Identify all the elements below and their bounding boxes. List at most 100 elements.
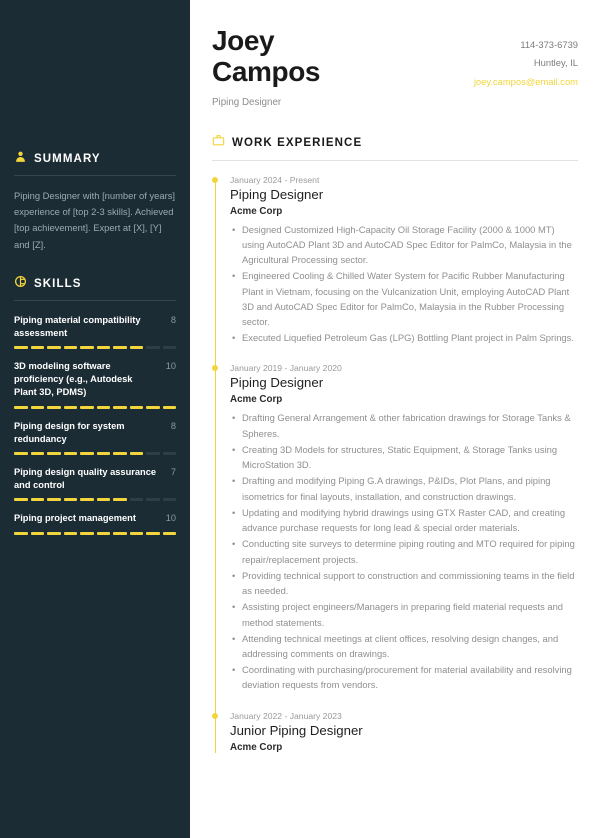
skill-rating-segment <box>162 452 176 455</box>
skill-rating-segment <box>129 531 143 535</box>
experience-timeline: January 2024 - Present Piping Designer Acm… <box>212 175 578 753</box>
skill-item: Piping design quality assurance and cont… <box>14 466 176 502</box>
job-bullet: Providing technical support to construct… <box>230 568 578 598</box>
job-date-range: January 2024 - Present <box>230 174 320 185</box>
skill-rating-segment <box>80 405 94 409</box>
job-date-range: January 2019 - January 2020 <box>230 363 342 374</box>
job-bullet: Drafting General Arrangement & other fab… <box>230 410 578 440</box>
skill-rating-segment <box>146 346 160 350</box>
skill-rating-segment <box>47 498 61 502</box>
job-bullet: Coordinating with purchasing/procurement… <box>230 662 578 692</box>
skill-rating-segment <box>47 452 61 455</box>
resume-page: SUMMARY Piping Designer with [number of … <box>0 0 594 838</box>
job-bullet: Executed Liquefied Petroleum Gas (LPG) B… <box>230 330 578 345</box>
skill-value: 10 <box>165 513 176 524</box>
skill-rating-segment <box>146 531 160 535</box>
contact-email-link[interactable]: joey.campos@email.com <box>474 73 578 91</box>
skill-rating-segment <box>129 346 143 350</box>
skill-rating-segment <box>80 498 94 502</box>
skill-rating-segment <box>14 498 28 502</box>
skill-rating-segment <box>146 405 160 409</box>
skill-rating-segment <box>129 405 143 409</box>
skill-label-row: 3D modeling software proficiency (e.g., … <box>14 360 176 400</box>
job-company: Acme Corp <box>230 394 283 406</box>
timeline-dot <box>212 176 218 183</box>
skill-rating-segment <box>63 531 77 535</box>
skill-label-row: Piping design for system redundancy 8 <box>14 420 176 446</box>
skill-rating-segment <box>96 346 110 350</box>
job-title: Junior Piping Designer <box>230 722 363 738</box>
job-bullet: Updating and modifying hybrid drawings u… <box>230 505 578 535</box>
skill-rating-segment <box>113 531 127 535</box>
job-title: Piping Designer <box>230 375 324 391</box>
skill-rating-segment <box>47 346 61 350</box>
jobs-list: January 2024 - Present Piping Designer Acm… <box>212 174 578 753</box>
skill-rating-segment <box>30 346 44 350</box>
job-bullet: Conducting site surveys to determine pip… <box>230 536 578 566</box>
job-title: Piping Designer <box>230 186 324 202</box>
timeline-dot <box>212 365 218 372</box>
timeline-dot <box>212 712 218 719</box>
sidebar-section-skills: SKILLS Piping material compatibility ass… <box>14 275 176 535</box>
first-name: Joey <box>212 25 275 56</box>
job-bullet: Assisting project engineers/Managers in … <box>230 599 578 629</box>
skill-rating-segment <box>63 498 77 502</box>
contact-phone[interactable]: 114-373-6739 <box>474 36 578 54</box>
identity-block: Joey Campos Piping Designer <box>212 25 320 107</box>
sidebar: SUMMARY Piping Designer with [number of … <box>0 0 190 838</box>
skill-rating-segment <box>129 498 143 502</box>
summary-header: SUMMARY <box>14 150 176 175</box>
skill-name: Piping design quality assurance and cont… <box>14 467 157 491</box>
job-bullet: Drafting and modifying Piping G.A drawin… <box>230 473 578 503</box>
skill-rating-segment <box>80 531 94 535</box>
experience-entry: January 2024 - Present Piping Designer Acm… <box>212 174 578 346</box>
job-bullet: Creating 3D Models for structures, Stati… <box>230 442 578 472</box>
skills-list: Piping material compatibility assessment… <box>14 313 176 535</box>
skill-rating-segment <box>14 531 28 535</box>
experience-entry: January 2019 - January 2020 Piping Design… <box>212 363 578 692</box>
briefcase-icon <box>212 134 225 152</box>
contact-block: 114-373-6739 Huntley, IL joey.campos@ema… <box>474 26 578 91</box>
skill-rating-segment <box>47 531 61 535</box>
job-company: Acme Corp <box>230 205 283 217</box>
skills-title: SKILLS <box>34 277 82 290</box>
skill-label-row: Piping design quality assurance and cont… <box>14 466 176 492</box>
work-experience-divider <box>212 159 578 161</box>
skill-rating-segment <box>162 498 176 502</box>
skill-rating-segment <box>113 405 127 409</box>
skill-rating-segment <box>96 405 110 409</box>
work-experience-header: WORK EXPERIENCE <box>212 134 578 160</box>
job-bullet: Designed Customized High-Capacity Oil St… <box>230 222 578 268</box>
job-bullet: Engineered Cooling & Chilled Water Syste… <box>230 268 578 329</box>
skill-rating-segment <box>63 405 77 409</box>
skill-name: Piping project management <box>14 513 136 524</box>
sidebar-top-spacer <box>14 0 176 150</box>
skill-label-row: Piping project management 10 <box>14 512 176 525</box>
skill-item: Piping material compatibility assessment… <box>14 314 176 350</box>
job-bullet-list: Drafting General Arrangement & other fab… <box>230 410 578 692</box>
target-icon <box>14 275 27 293</box>
skill-rating-segment <box>162 346 176 350</box>
skill-rating-segment <box>14 405 28 409</box>
skill-rating-segment <box>162 531 176 535</box>
timeline-line <box>215 179 216 753</box>
skill-value: 8 <box>170 314 176 325</box>
skill-rating-segment <box>14 346 28 350</box>
skill-rating-segment <box>47 405 61 409</box>
skill-rating-segment <box>113 346 127 350</box>
skill-rating-bar <box>14 405 176 409</box>
skill-rating-segment <box>30 498 44 502</box>
job-bullet-list: Designed Customized High-Capacity Oil St… <box>230 222 578 346</box>
skill-rating-segment <box>14 452 28 455</box>
skill-name: 3D modeling software proficiency (e.g., … <box>14 361 133 398</box>
skill-rating-bar <box>14 498 176 502</box>
skills-divider <box>14 299 176 301</box>
skill-rating-segment <box>30 531 44 535</box>
skill-value: 8 <box>170 420 176 431</box>
summary-divider <box>14 175 176 176</box>
skill-rating-bar <box>14 346 176 350</box>
skill-rating-segment <box>146 452 160 455</box>
resume-header: Joey Campos Piping Designer 114-373-6739… <box>212 25 578 134</box>
skill-rating-segment <box>113 452 127 455</box>
skill-rating-segment <box>96 452 110 455</box>
